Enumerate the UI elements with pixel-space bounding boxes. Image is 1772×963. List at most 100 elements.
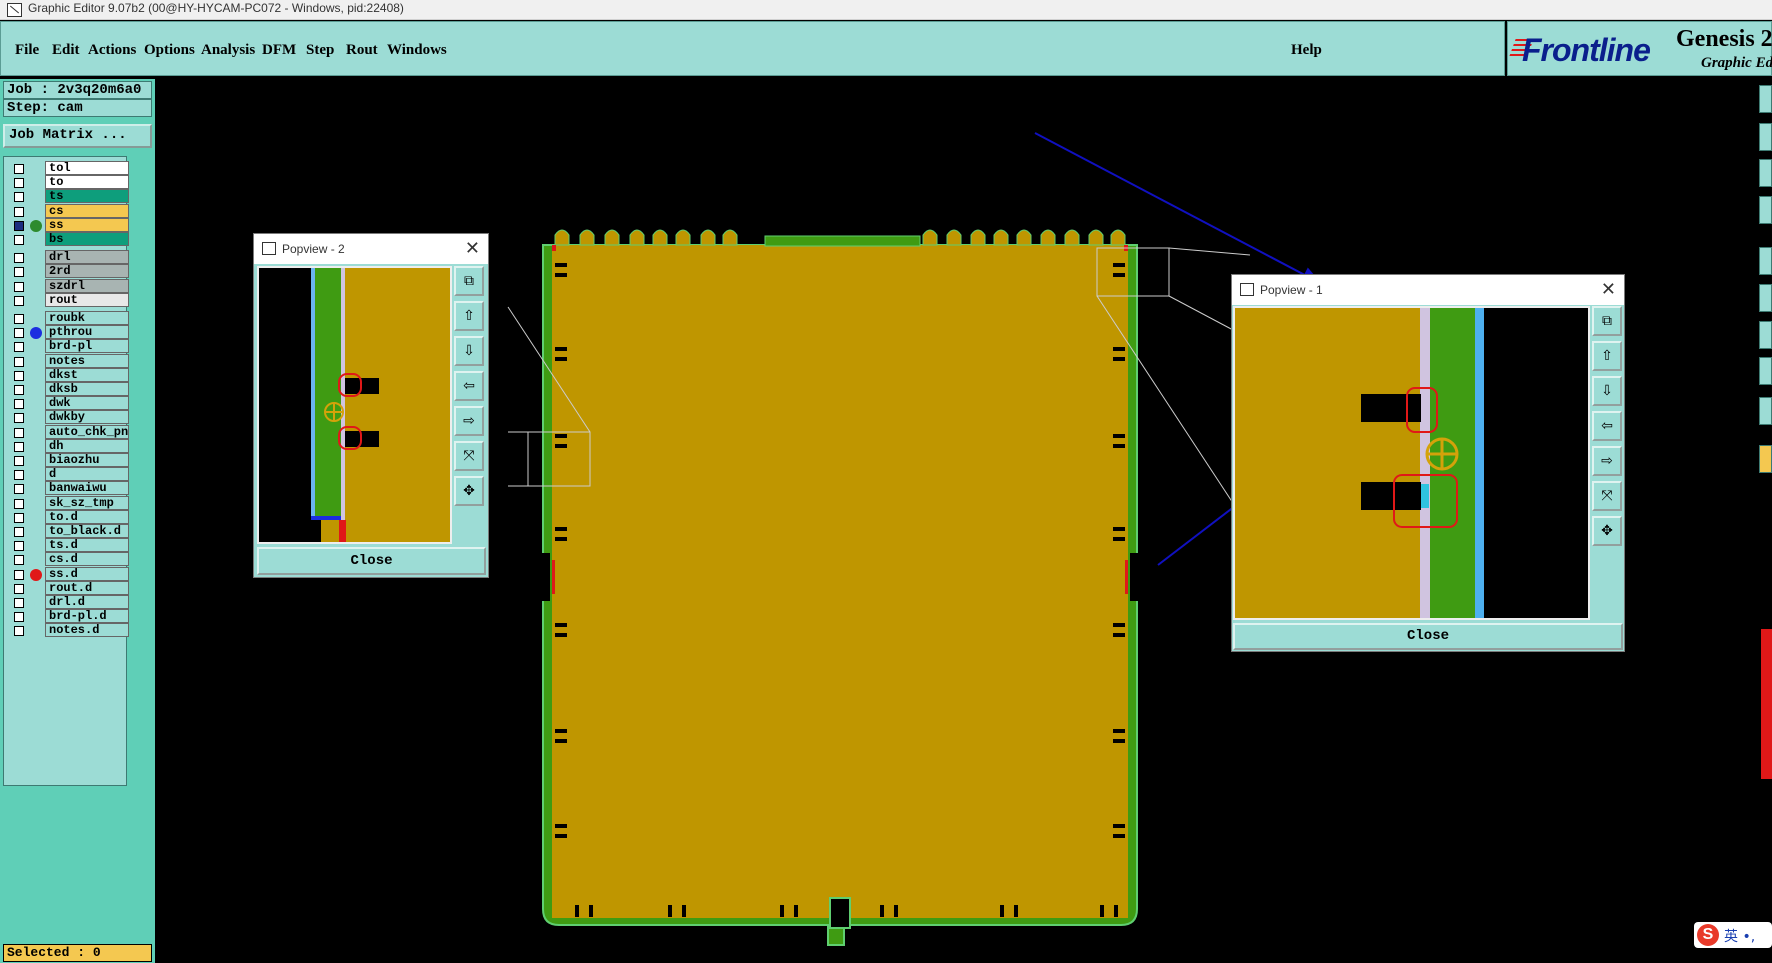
zoom-window-icon[interactable]: ⧉ — [1592, 306, 1622, 336]
close-icon[interactable]: ✕ — [465, 238, 480, 259]
board-slot — [668, 905, 672, 917]
menu-windows[interactable]: Windows — [387, 42, 447, 59]
right-tool-button[interactable] — [1759, 445, 1772, 473]
pan-right-icon[interactable]: ⇨ — [1592, 446, 1622, 476]
right-tool-button[interactable] — [1759, 196, 1772, 224]
board-slot — [1113, 263, 1125, 267]
pan-left-icon[interactable]: ⇦ — [1592, 411, 1622, 441]
board-tab — [922, 229, 938, 246]
right-tool-button[interactable] — [1759, 159, 1772, 187]
menu-rout[interactable]: Rout — [346, 42, 378, 59]
board-slot — [555, 527, 567, 531]
board-slot — [1113, 824, 1125, 828]
sogou-icon: S — [1697, 924, 1719, 946]
right-tool-button[interactable] — [1759, 397, 1772, 425]
menu-dfm[interactable]: DFM — [262, 42, 296, 59]
menu-actions[interactable]: Actions — [88, 42, 136, 59]
zoom-window-icon[interactable]: ⧉ — [454, 266, 484, 296]
board-slot — [1113, 347, 1125, 351]
app-icon — [7, 3, 22, 17]
window-title-bar: Graphic Editor 9.07b2 (00@HY-HYCAM-PC072… — [0, 0, 1772, 20]
ime-indicator[interactable]: S 英 •, — [1694, 922, 1772, 948]
board-tab — [1040, 229, 1056, 246]
board-tab — [1016, 229, 1032, 246]
right-tool-button[interactable] — [1759, 284, 1772, 312]
board-slot — [1014, 905, 1018, 917]
right-tool-button[interactable] — [1759, 321, 1772, 349]
board-tab — [993, 229, 1009, 246]
close-icon[interactable]: ✕ — [1601, 279, 1616, 300]
menu-options[interactable]: Options — [144, 42, 195, 59]
right-toolbar — [1757, 79, 1772, 963]
board-slot — [589, 905, 593, 917]
board-slot — [555, 824, 567, 828]
popview-2-view[interactable] — [257, 266, 452, 544]
board-slot — [1000, 905, 1004, 917]
board-slot — [555, 263, 567, 267]
right-tool-button[interactable] — [1759, 247, 1772, 275]
board-slot — [1113, 537, 1125, 541]
right-red-indicator — [1761, 629, 1772, 779]
popview-2-close-button[interactable]: Close — [257, 547, 486, 575]
board-slot — [1113, 623, 1125, 627]
pan-up-icon[interactable]: ⇧ — [454, 301, 484, 331]
board-slot — [1113, 357, 1125, 361]
board-slot — [555, 357, 567, 361]
popview-1-view[interactable] — [1233, 306, 1590, 620]
pan-up-icon[interactable]: ⇧ — [1592, 341, 1622, 371]
popview-2-toolbar: ⧉ ⇧ ⇩ ⇦ ⇨ ⤧ ✥ — [452, 266, 488, 544]
popview-1-close-button[interactable]: Close — [1233, 623, 1623, 650]
board-slot — [555, 739, 567, 743]
zoom-in-icon[interactable]: ✥ — [454, 476, 484, 506]
right-tool-button[interactable] — [1759, 357, 1772, 385]
board-tab — [946, 229, 962, 246]
board-tab — [604, 229, 620, 246]
popview-1-toolbar: ⧉ ⇧ ⇩ ⇦ ⇨ ⤧ ✥ — [1590, 306, 1624, 620]
board-tab — [970, 229, 986, 246]
board-tab — [1110, 229, 1126, 246]
pan-down-icon[interactable]: ⇩ — [1592, 376, 1622, 406]
board-tab — [722, 229, 738, 246]
popview-1-titlebar: Popview - 1 ✕ — [1232, 275, 1624, 305]
popview-2-titlebar: Popview - 2 ✕ — [254, 234, 488, 264]
board-slot — [1113, 739, 1125, 743]
board-slot — [780, 905, 784, 917]
board-slot — [1113, 729, 1125, 733]
board-slot — [555, 273, 567, 277]
right-tool-button[interactable] — [1759, 123, 1772, 151]
zoom-in-icon[interactable]: ✥ — [1592, 516, 1622, 546]
product-subtitle: Graphic Edi — [1701, 55, 1772, 71]
board-slot — [555, 834, 567, 838]
pan-right-icon[interactable]: ⇨ — [454, 406, 484, 436]
board-tab — [629, 229, 645, 246]
zoom-out-icon[interactable]: ⤧ — [454, 441, 484, 471]
menu-edit[interactable]: Edit — [52, 42, 80, 59]
board-slot — [682, 905, 686, 917]
popview-icon — [1240, 283, 1254, 296]
board-tab — [652, 229, 668, 246]
board-slot — [555, 444, 567, 448]
frontline-logo: Frontline Genesis 2 Graphic Edi — [1507, 21, 1772, 76]
board-tab — [554, 229, 570, 246]
popview-icon — [262, 242, 276, 255]
board-slot — [894, 905, 898, 917]
board-slot — [1113, 527, 1125, 531]
board-slot — [555, 633, 567, 637]
menu-step[interactable]: Step — [306, 42, 334, 59]
board-tab — [1088, 229, 1104, 246]
board-slot — [880, 905, 884, 917]
pan-down-icon[interactable]: ⇩ — [454, 336, 484, 366]
menu-help[interactable]: Help — [1291, 42, 1322, 59]
zoom-out-icon[interactable]: ⤧ — [1592, 481, 1622, 511]
menu-file[interactable]: File — [15, 42, 39, 59]
ime-label: 英 •, — [1724, 929, 1756, 945]
board-slot — [555, 434, 567, 438]
menu-analysis[interactable]: Analysis — [201, 42, 255, 59]
right-tool-button[interactable] — [1759, 85, 1772, 113]
board-slot — [1114, 905, 1118, 917]
board-slot — [555, 537, 567, 541]
board-slot — [575, 905, 579, 917]
popview-2-window: Popview - 2 ✕ ⧉ ⇧ ⇩ ⇦ ⇨ ⤧ ✥ Close — [253, 233, 489, 578]
logo-text: Frontline — [1522, 32, 1651, 68]
pan-left-icon[interactable]: ⇦ — [454, 371, 484, 401]
